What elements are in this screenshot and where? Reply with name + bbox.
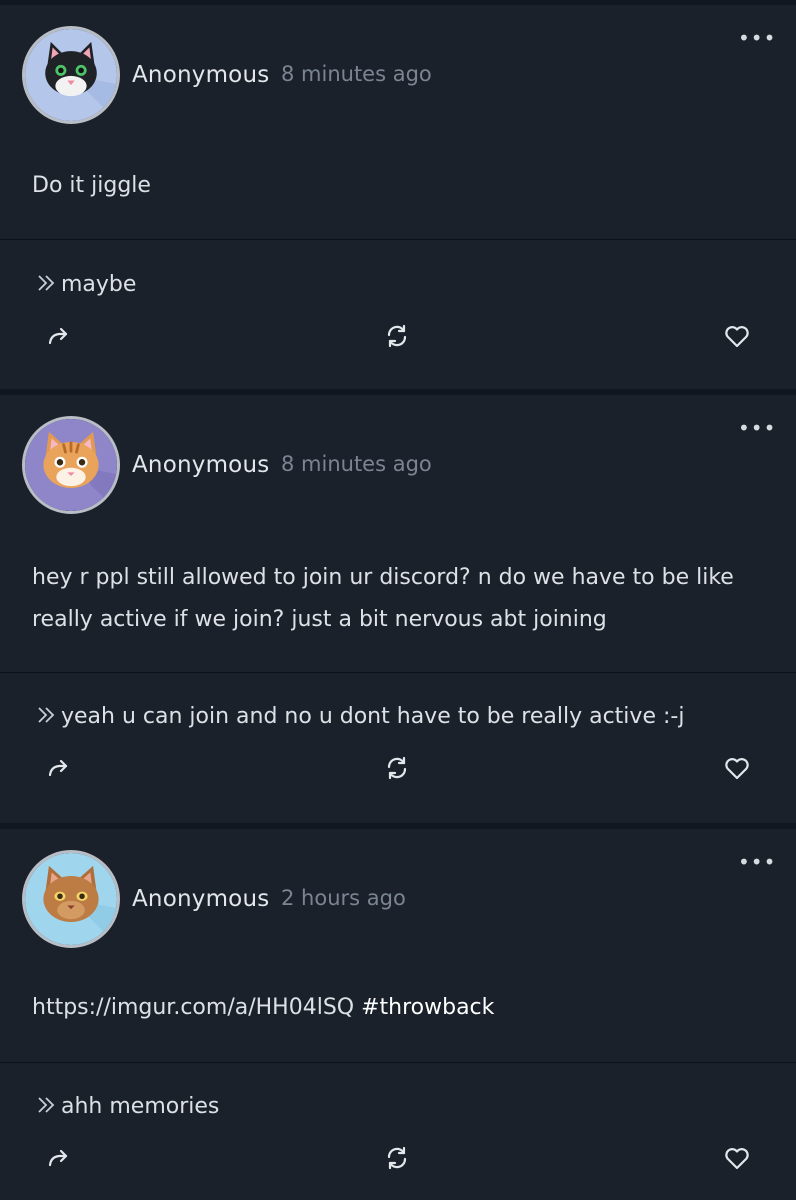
reask-button[interactable] bbox=[382, 753, 412, 783]
author-name: Anonymous bbox=[132, 452, 270, 478]
post-time: 2 hours ago bbox=[281, 886, 406, 910]
black-cat-icon bbox=[25, 29, 117, 121]
answer-text: ahh memories bbox=[36, 1092, 219, 1122]
divider bbox=[0, 1062, 796, 1063]
post-time: 8 minutes ago bbox=[281, 62, 432, 86]
orange-tabby-cat-icon bbox=[25, 419, 117, 511]
avatar[interactable] bbox=[22, 416, 120, 514]
more-options-icon[interactable]: ••• bbox=[738, 28, 775, 53]
like-button[interactable] bbox=[722, 753, 752, 783]
post-time: 8 minutes ago bbox=[281, 452, 432, 476]
answer-body: ahh memories bbox=[61, 1094, 220, 1119]
like-button[interactable] bbox=[722, 321, 752, 351]
answer-body: maybe bbox=[61, 272, 137, 297]
share-button[interactable] bbox=[44, 321, 74, 351]
heart-icon bbox=[725, 1148, 749, 1170]
question-text: https://imgur.com/a/HH04lSQ #throwback bbox=[32, 987, 756, 1029]
post-card: Anonymous 8 minutes ago ••• Do it jiggle… bbox=[0, 5, 796, 389]
question-text: Do it jiggle bbox=[32, 165, 756, 207]
question-link[interactable]: https://imgur.com/a/HH04lSQ bbox=[32, 995, 354, 1020]
question-body: hey r ppl still allowed to join ur disco… bbox=[32, 565, 734, 632]
avatar[interactable] bbox=[22, 26, 120, 124]
answer-text: maybe bbox=[36, 270, 136, 300]
reask-button[interactable] bbox=[382, 1143, 412, 1173]
like-button[interactable] bbox=[722, 1143, 752, 1173]
more-options-icon[interactable]: ••• bbox=[738, 852, 775, 877]
heart-icon bbox=[725, 326, 749, 348]
answer-text: yeah u can join and no u dont have to be… bbox=[36, 702, 684, 732]
question-body: Do it jiggle bbox=[32, 173, 151, 198]
reask-button[interactable] bbox=[382, 321, 412, 351]
share-icon bbox=[48, 759, 68, 777]
reask-icon bbox=[387, 324, 407, 348]
share-icon bbox=[48, 327, 68, 345]
double-chevron-right-icon bbox=[38, 1097, 55, 1113]
reask-icon bbox=[387, 1146, 407, 1170]
share-button[interactable] bbox=[44, 1143, 74, 1173]
hashtag[interactable]: #throwback bbox=[361, 995, 494, 1020]
heart-icon bbox=[725, 758, 749, 780]
answer-body: yeah u can join and no u dont have to be… bbox=[61, 704, 685, 729]
author-name: Anonymous bbox=[132, 886, 270, 912]
post-card: Anonymous 8 minutes ago ••• hey r ppl st… bbox=[0, 395, 796, 823]
more-options-icon[interactable]: ••• bbox=[738, 418, 775, 443]
share-button[interactable] bbox=[44, 753, 74, 783]
feed: Anonymous 8 minutes ago ••• Do it jiggle… bbox=[0, 0, 796, 1200]
post-card: Anonymous 2 hours ago ••• https://imgur.… bbox=[0, 829, 796, 1200]
double-chevron-right-icon bbox=[38, 275, 55, 291]
avatar[interactable] bbox=[22, 850, 120, 948]
reask-icon bbox=[387, 756, 407, 780]
divider bbox=[0, 239, 796, 240]
divider bbox=[0, 672, 796, 673]
question-text: hey r ppl still allowed to join ur disco… bbox=[32, 557, 756, 641]
share-icon bbox=[48, 1149, 68, 1167]
double-chevron-right-icon bbox=[38, 707, 55, 723]
brown-cat-icon bbox=[25, 853, 117, 945]
author-name: Anonymous bbox=[132, 62, 270, 88]
